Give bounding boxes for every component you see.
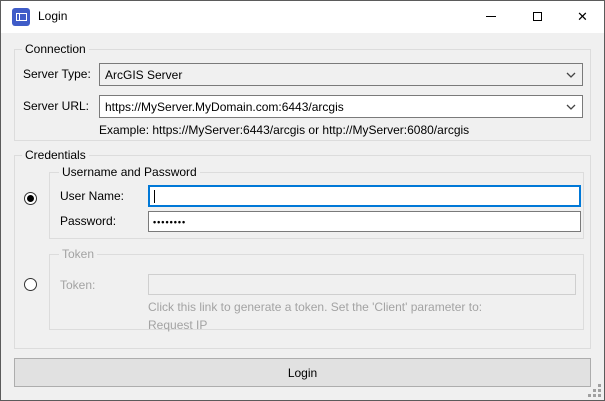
user-name-input-wrap (148, 185, 581, 207)
maximize-icon (533, 12, 542, 21)
close-icon: ✕ (577, 10, 588, 23)
password-label: Password: (60, 214, 116, 229)
token-label: Token: (60, 278, 95, 293)
chevron-down-icon (566, 103, 576, 111)
username-password-group-label: Username and Password (59, 165, 200, 180)
server-type-label: Server Type: (23, 67, 91, 82)
server-type-select[interactable]: ArcGIS Server (99, 63, 583, 86)
server-url-label: Server URL: (23, 99, 89, 114)
login-dialog: Login ✕ Connection Server Type: ArcGIS S… (0, 0, 605, 401)
server-url-value: https://MyServer.MyDomain.com:6443/arcgi… (105, 100, 344, 114)
request-ip-link[interactable]: Request IP (148, 318, 207, 333)
close-button[interactable]: ✕ (560, 1, 605, 32)
chevron-down-icon (566, 71, 576, 79)
connection-group: Connection Server Type: ArcGIS Server Se… (14, 49, 591, 141)
token-group: Token Token: Click this link to generate… (49, 254, 584, 330)
username-password-radio[interactable] (24, 192, 37, 205)
credentials-group-label: Credentials (22, 148, 89, 163)
minimize-button[interactable] (468, 1, 514, 32)
maximize-button[interactable] (514, 1, 560, 32)
token-help-text: Click this link to generate a token. Set… (148, 300, 482, 315)
password-input-wrap (148, 211, 581, 232)
user-name-label: User Name: (60, 189, 124, 204)
token-input (149, 275, 575, 294)
login-button[interactable]: Login (14, 358, 591, 387)
resize-grip-icon[interactable] (589, 385, 601, 397)
server-type-value: ArcGIS Server (105, 68, 182, 82)
user-name-input[interactable] (150, 187, 579, 205)
token-group-label: Token (59, 247, 97, 262)
server-url-combobox[interactable]: https://MyServer.MyDomain.com:6443/arcgi… (99, 95, 583, 118)
text-caret (154, 190, 155, 203)
username-password-group: Username and Password User Name: Passwor… (49, 172, 584, 239)
minimize-icon (486, 16, 496, 17)
titlebar: Login ✕ (1, 1, 604, 33)
window-title: Login (38, 1, 67, 32)
password-input[interactable] (149, 212, 580, 231)
credentials-group: Credentials Username and Password User N… (14, 155, 591, 349)
token-input-wrap (148, 274, 576, 295)
app-icon (12, 8, 30, 26)
token-radio[interactable] (24, 278, 37, 291)
server-url-example-text: Example: https://MyServer:6443/arcgis or… (99, 123, 469, 138)
connection-group-label: Connection (22, 42, 89, 57)
